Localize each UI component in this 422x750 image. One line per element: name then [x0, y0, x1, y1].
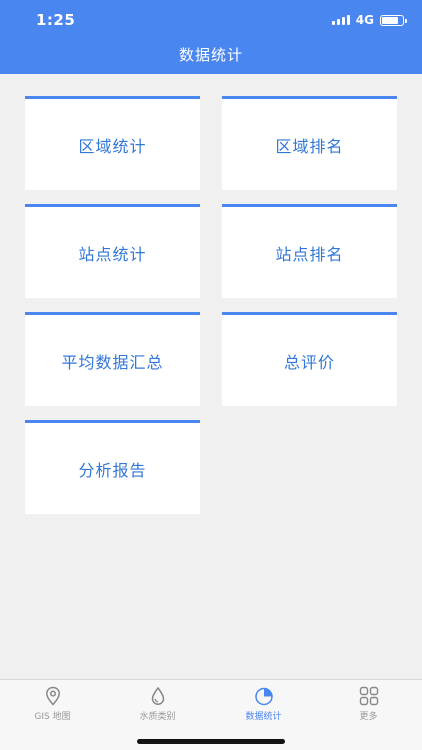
- station-stats-card[interactable]: 站点统计: [25, 204, 200, 298]
- pie-chart-icon: [254, 687, 273, 706]
- status-bar: 1:25 4G: [0, 0, 422, 40]
- tab-data-statistics[interactable]: 数据统计: [211, 686, 316, 726]
- app-header: 1:25 4G 数据统计: [0, 0, 422, 74]
- page-title: 数据统计: [178, 46, 243, 64]
- status-time: 1:25: [36, 11, 76, 29]
- home-indicator: [137, 739, 285, 744]
- grid-icon: [359, 686, 378, 706]
- tab-label: 水质类别: [139, 712, 176, 722]
- tab-water-quality[interactable]: 水质类别: [105, 686, 210, 726]
- network-type: 4G: [355, 13, 374, 27]
- water-drop-icon: [151, 686, 164, 706]
- region-ranking-card[interactable]: 区域排名: [222, 96, 397, 190]
- tab-label: 数据统计: [245, 712, 282, 722]
- average-summary-card[interactable]: 平均数据汇总: [25, 312, 200, 406]
- battery-icon: [380, 14, 407, 26]
- tab-label: GIS 地图: [34, 712, 71, 722]
- tab-gis-map[interactable]: GIS 地图: [0, 686, 105, 726]
- analysis-report-card[interactable]: 分析报告: [25, 420, 200, 514]
- tab-more[interactable]: 更多: [316, 686, 421, 726]
- tab-label: 更多: [359, 712, 378, 722]
- stat-menu-grid: 区域统计 区域排名 站点统计 站点排名 平均数据汇总 总评价 分析报告: [25, 96, 397, 514]
- region-stats-card[interactable]: 区域统计: [25, 96, 200, 190]
- station-ranking-card[interactable]: 站点排名: [222, 204, 397, 298]
- signal-icon: [331, 15, 350, 25]
- overall-evaluation-card[interactable]: 总评价: [222, 312, 397, 406]
- map-pin-icon: [45, 686, 60, 706]
- status-indicators: 4G: [331, 13, 407, 27]
